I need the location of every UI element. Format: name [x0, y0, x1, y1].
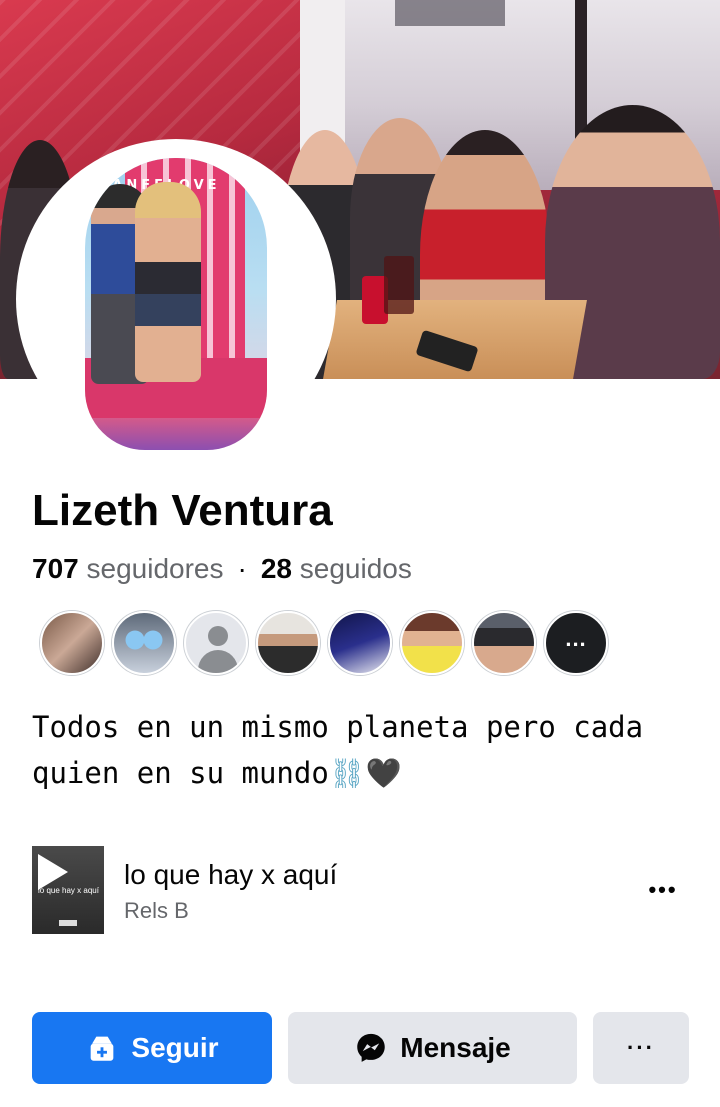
following-link[interactable]: 28 seguidos	[261, 553, 412, 584]
mutual-friends-row: ...	[40, 611, 608, 675]
message-label: Mensaje	[400, 1032, 511, 1063]
profile-picture: SANFELOVE	[85, 158, 267, 450]
followers-link[interactable]: 707 seguidores	[32, 553, 223, 584]
following-label: seguidos	[299, 553, 412, 584]
follow-button[interactable]: Seguir	[32, 1012, 272, 1084]
profile-bio: Todos en un mismo planeta pero cada quie…	[32, 704, 692, 796]
stats-separator: ·	[237, 553, 247, 584]
friend-avatar[interactable]	[256, 611, 320, 675]
follow-label: Seguir	[131, 1032, 219, 1063]
message-button[interactable]: Mensaje	[288, 1012, 577, 1084]
black-heart-emoji-icon: 🖤	[365, 756, 402, 790]
album-art-text: lo que hay x aquí	[38, 886, 99, 895]
more-options-icon: ···	[627, 1035, 655, 1060]
profile-stats: 707 seguidores · 28 seguidos	[32, 553, 412, 585]
cover-sign	[395, 0, 505, 26]
cover-cup	[384, 256, 414, 314]
follow-icon	[91, 1036, 114, 1061]
friend-avatar[interactable]	[400, 611, 464, 675]
more-dots-icon: ...	[565, 626, 587, 651]
friend-avatar[interactable]	[472, 611, 536, 675]
music-title[interactable]: lo que hay x aquí	[124, 859, 337, 891]
following-count: 28	[260, 553, 292, 584]
more-options-button[interactable]: ···	[593, 1012, 689, 1084]
profile-name: Lizeth Ventura	[32, 486, 333, 535]
messenger-icon	[357, 1033, 385, 1062]
album-art-label	[59, 920, 77, 926]
play-icon	[38, 854, 68, 890]
avatar-person	[135, 182, 201, 382]
chain-emoji-icon: ⛓	[328, 756, 366, 790]
more-friends-button[interactable]: ...	[544, 611, 608, 675]
followers-label: seguidores	[86, 553, 224, 584]
default-user-icon	[208, 626, 228, 646]
music-album-art[interactable]: lo que hay x aquí	[32, 846, 104, 934]
friend-avatar[interactable]	[328, 611, 392, 675]
music-artist: Rels B	[124, 898, 189, 923]
friend-avatar[interactable]	[112, 611, 176, 675]
music-more-button[interactable]: •••	[640, 870, 686, 910]
friend-avatar-placeholder[interactable]	[184, 611, 248, 675]
profile-avatar[interactable]: SANFELOVE	[16, 139, 336, 459]
default-user-icon-body	[198, 650, 238, 673]
friend-avatar[interactable]	[40, 611, 104, 675]
followers-count: 707	[32, 553, 79, 584]
avatar-base	[85, 418, 267, 450]
